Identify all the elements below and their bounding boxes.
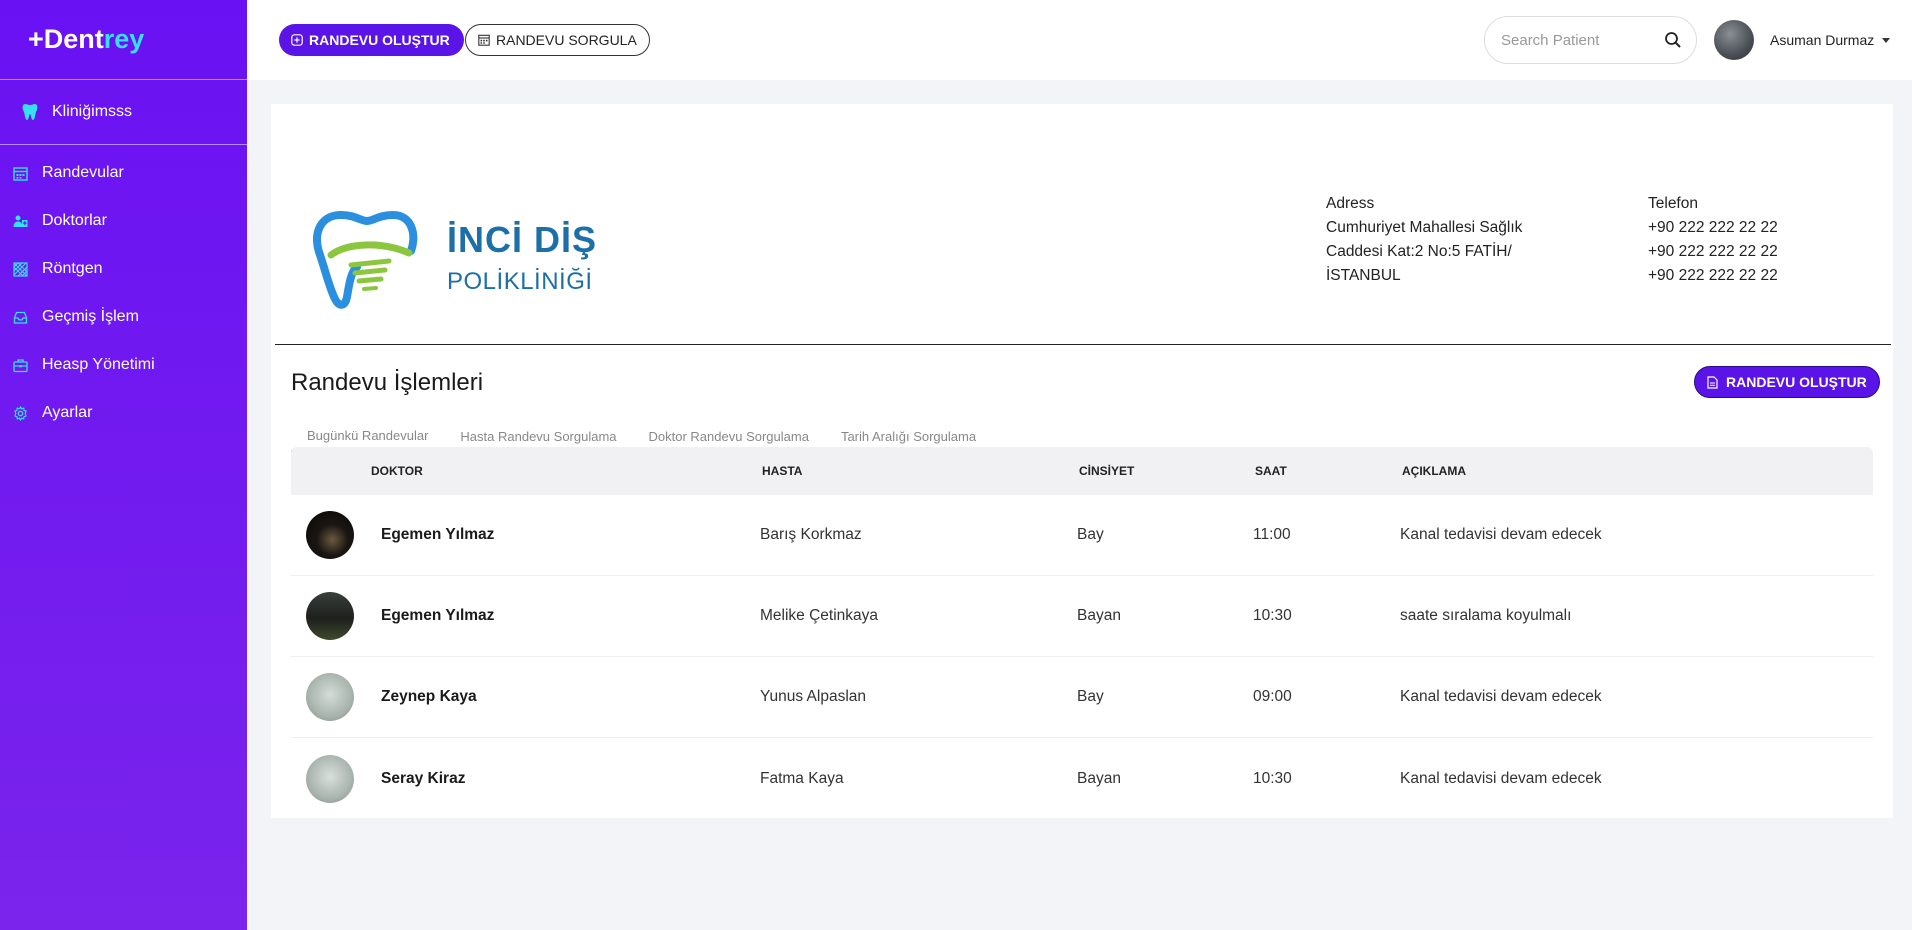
time: 09:00: [1253, 688, 1292, 705]
inbox-icon: [13, 311, 28, 324]
phone-label: Telefon: [1648, 195, 1698, 212]
sidebar-item-gecmis-islem[interactable]: Geçmiş İşlem: [0, 293, 247, 341]
sidebar-item-label: Randevular: [42, 164, 124, 181]
appointments-table: DOKTOR HASTA CİNSİYET SAAT AÇIKLAMA Egem…: [291, 447, 1873, 819]
sidebar-nav: Randevular Doktorlar Röntgen Geçmiş İşle…: [0, 145, 247, 437]
chevron-down-icon: [1882, 37, 1891, 43]
avatar: [306, 673, 354, 721]
doctor-name: Egemen Yılmaz: [381, 526, 495, 543]
time: 10:30: [1253, 607, 1292, 624]
sidebar-item-randevular[interactable]: Randevular: [0, 149, 247, 197]
search-input[interactable]: [1501, 31, 1664, 49]
sidebar-item-label: Doktorlar: [42, 212, 107, 229]
clinic-card: İNCİ DİŞ POLİKLİNİĞİ Adress Cumhuriyet M…: [271, 104, 1893, 818]
sidebar-item-label: Röntgen: [42, 260, 103, 277]
description: Kanal tedavisi devam edecek: [1400, 688, 1602, 705]
search-box: [1484, 16, 1697, 64]
plus-circle-icon: [291, 34, 303, 46]
avatar-cell: [291, 592, 373, 640]
user-menu[interactable]: Asuman Durmaz: [1770, 32, 1891, 48]
query-appointment-button[interactable]: RANDEVU SORGULA: [465, 24, 650, 56]
gender: Bayan: [1077, 769, 1121, 787]
time: 10:30: [1253, 769, 1292, 787]
clinic-logo-subtitle: POLİKLİNİĞİ: [447, 268, 593, 295]
sidebar-item-hesap-yonetimi[interactable]: Heasp Yönetimi: [0, 341, 247, 389]
create-appointment-button[interactable]: RANDEVU OLUŞTUR: [279, 24, 464, 56]
address-line: İSTANBUL: [1326, 267, 1401, 284]
table-row[interactable]: Zeynep Kaya Yunus Alpaslan Bay 09:00 Kan…: [291, 657, 1873, 738]
column-header: AÇIKLAMA: [1402, 464, 1466, 478]
description: Kanal tedavisi devam edecek: [1400, 769, 1602, 787]
user-avatar[interactable]: [1714, 20, 1754, 60]
table-row[interactable]: Seray Kiraz Fatma Kaya Bayan 10:30 Kanal…: [291, 738, 1873, 819]
patient-name: Barış Korkmaz: [760, 526, 862, 543]
query-appointment-label: RANDEVU SORGULA: [496, 32, 637, 48]
address-line: Caddesi Kat:2 No:5 FATİH/: [1326, 243, 1512, 260]
sidebar-item-label: Heasp Yönetimi: [42, 356, 155, 373]
sidebar: +Dent rey Kliniğimsss Randevular Doktorla…: [0, 0, 247, 930]
create-appointment-label: RANDEVU OLUŞTUR: [309, 32, 450, 48]
calendar-icon: [13, 166, 28, 181]
phone-number: +90 222 222 22 22: [1648, 267, 1778, 284]
clinic-selector[interactable]: Kliniğimsss: [0, 80, 247, 145]
phone-number: +90 222 222 22 22: [1648, 243, 1778, 260]
address-line: Cumhuriyet Mahallesi Sağlık: [1326, 219, 1523, 236]
user-name: Asuman Durmaz: [1770, 32, 1875, 48]
brand-text: +Dent: [28, 24, 104, 54]
doctors-icon: [13, 215, 28, 227]
gender: Bay: [1077, 688, 1104, 705]
clinic-name: Kliniğimsss: [52, 103, 133, 120]
avatar: [306, 754, 354, 803]
doctor-name: Seray Kiraz: [381, 769, 466, 787]
briefcase-icon: [13, 358, 28, 372]
create-appointment-label: RANDEVU OLUŞTUR: [1726, 374, 1867, 390]
column-header: CİNSİYET: [1079, 464, 1135, 478]
sidebar-item-label: Ayarlar: [42, 404, 93, 421]
description: saate sıralama koyulmalı: [1400, 607, 1572, 624]
top-bar: RANDEVU OLUŞTUR RANDEVU SORGULA Asuman D…: [247, 0, 1912, 80]
table-header: DOKTOR HASTA CİNSİYET SAAT AÇIKLAMA: [291, 447, 1873, 495]
section-title: Randevu İşlemleri: [291, 369, 484, 396]
avatar-cell: [291, 673, 373, 721]
description: Kanal tedavisi devam edecek: [1400, 526, 1602, 543]
table-row[interactable]: Egemen Yılmaz Barış Korkmaz Bay 11:00 Ka…: [291, 495, 1873, 576]
patient-name: Fatma Kaya: [760, 769, 844, 787]
brand-accent-text: rey: [103, 24, 145, 54]
gear-icon: [14, 405, 27, 421]
doctor-name: Egemen Yılmaz: [381, 607, 495, 624]
column-header: HASTA: [762, 464, 803, 478]
brand-logo[interactable]: +Dent rey: [0, 0, 247, 80]
address-label: Adress: [1326, 195, 1375, 212]
sidebar-item-rontgen[interactable]: Röntgen: [0, 245, 247, 293]
sidebar-item-ayarlar[interactable]: Ayarlar: [0, 389, 247, 437]
column-header: DOKTOR: [371, 464, 423, 478]
calendar-icon: [478, 34, 490, 46]
patient-name: Yunus Alpaslan: [760, 688, 867, 705]
search-icon[interactable]: [1664, 31, 1682, 49]
tooth-logo-icon: [313, 210, 418, 309]
patient-name: Melike Çetinkaya: [760, 607, 879, 624]
time: 11:00: [1253, 526, 1291, 543]
header-divider: [275, 344, 1891, 345]
table-row[interactable]: Egemen Yılmaz Melike Çetinkaya Bayan 10:…: [291, 576, 1873, 657]
sidebar-item-label: Geçmiş İşlem: [42, 308, 139, 325]
avatar-cell: [291, 754, 373, 803]
gender: Bayan: [1077, 607, 1121, 624]
tooth-icon: [22, 104, 38, 120]
phone-number: +90 222 222 22 22: [1648, 219, 1778, 236]
clinic-phones: Telefon +90 222 222 22 22 +90 222 222 22…: [1648, 192, 1848, 288]
gender: Bay: [1077, 526, 1104, 543]
clinic-logo-title: İNCİ DİŞ: [447, 219, 598, 260]
avatar-cell: [291, 511, 373, 559]
column-header: SAAT: [1255, 464, 1287, 478]
avatar: [306, 511, 354, 559]
sidebar-item-doktorlar[interactable]: Doktorlar: [0, 197, 247, 245]
xray-icon: [13, 261, 28, 277]
clinic-address: Adress Cumhuriyet Mahallesi Sağlık Cadde…: [1326, 192, 1546, 288]
create-appointment-button[interactable]: RANDEVU OLUŞTUR: [1694, 366, 1880, 398]
doctor-name: Zeynep Kaya: [381, 688, 477, 705]
avatar: [306, 592, 354, 640]
document-icon: [1707, 375, 1718, 389]
